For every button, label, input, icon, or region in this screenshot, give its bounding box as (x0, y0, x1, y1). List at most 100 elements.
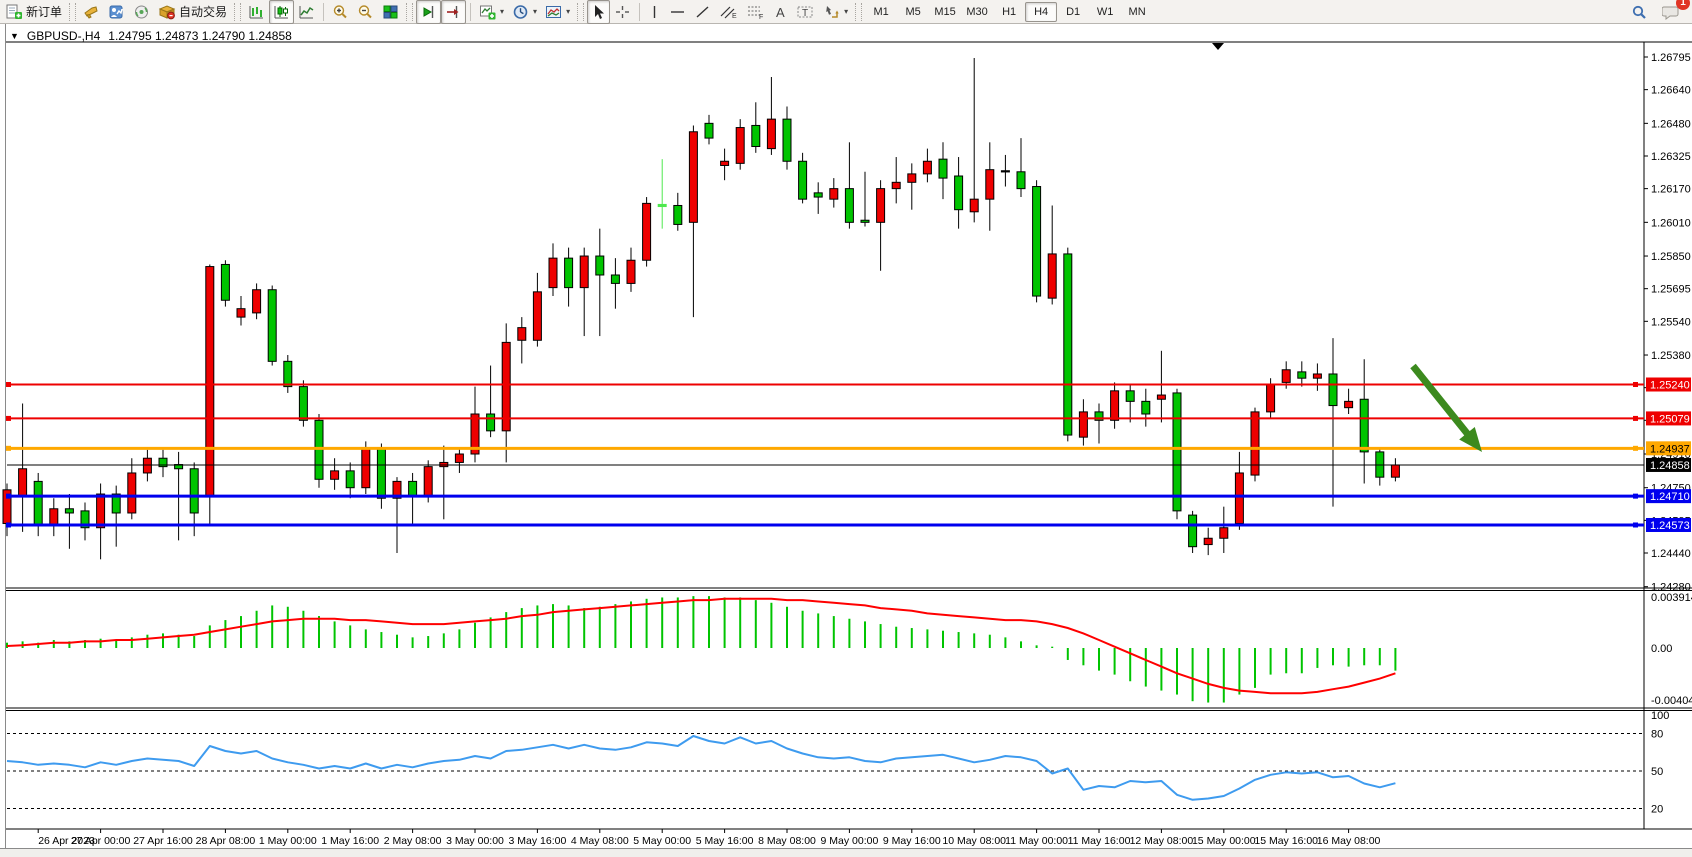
horizontal-line-button[interactable] (665, 0, 690, 24)
line-handle[interactable] (6, 382, 11, 387)
line-handle[interactable] (1633, 446, 1638, 451)
line-handle[interactable] (6, 446, 11, 451)
fibonacci-icon: F (746, 4, 765, 20)
auto-scroll-icon (420, 4, 437, 20)
rsi-axis-label: 80 (1651, 729, 1663, 741)
zoom-in-button[interactable] (328, 0, 353, 24)
candle-chart-icon (273, 4, 290, 20)
candle-body (845, 189, 853, 223)
svg-text:F: F (759, 14, 763, 20)
candle-body (1189, 515, 1197, 547)
fibonacci-button[interactable]: F (742, 0, 769, 24)
timeframe-MN[interactable]: MN (1121, 2, 1153, 22)
candle-body (1126, 391, 1134, 402)
rsi-axis-label: 100 (1651, 710, 1669, 722)
candle-body (908, 174, 916, 182)
time-tick-label[interactable]: 2 May 08:00 (384, 835, 442, 847)
time-tick-label[interactable]: 4 May 08:00 (571, 835, 629, 847)
timeframe-H4[interactable]: H4 (1025, 2, 1057, 22)
time-tick-label[interactable]: 27 Apr 16:00 (133, 835, 193, 847)
time-tick-label[interactable]: 28 Apr 08:00 (196, 835, 256, 847)
auto-scroll-button[interactable] (416, 0, 441, 24)
line-chart-button[interactable] (294, 0, 319, 24)
macd-axis-label: 0.003914 (1651, 592, 1692, 604)
template-button[interactable]: ▾ (541, 0, 574, 24)
time-tick-label[interactable]: 3 May 16:00 (509, 835, 567, 847)
time-tick-label[interactable]: 15 May 16:00 (1254, 835, 1318, 847)
svg-text:A: A (776, 5, 785, 20)
time-tick-label[interactable]: 5 May 00:00 (633, 835, 691, 847)
chevron-down-icon: ▾ (533, 7, 537, 16)
time-tick-label[interactable]: 10 May 08:00 (942, 835, 1006, 847)
toolbar-grip (234, 3, 241, 21)
bar-chart-button[interactable] (244, 0, 269, 24)
trendline-button[interactable] (690, 0, 715, 24)
new-chart-button[interactable]: ▾ (475, 0, 508, 24)
timeframe-W1[interactable]: W1 (1089, 2, 1121, 22)
time-tick-label[interactable]: 1 May 16:00 (321, 835, 379, 847)
tile-windows-button[interactable] (378, 0, 403, 24)
candle-body (861, 220, 869, 222)
autotrading-button[interactable]: 自动交易 (154, 0, 231, 24)
time-tick-label[interactable]: 16 May 08:00 (1317, 835, 1381, 847)
text-label-icon: T (796, 4, 815, 20)
timeframe-D1[interactable]: D1 (1057, 2, 1089, 22)
line-handle[interactable] (1633, 416, 1638, 421)
autotrading-icon (158, 4, 176, 20)
line-handle[interactable] (6, 494, 11, 499)
arrows-button[interactable]: ▾ (819, 0, 852, 24)
text-button[interactable]: A (769, 0, 792, 24)
time-tick-label[interactable]: 11 May 16:00 (1068, 835, 1131, 847)
new-order-label: 新订单 (26, 3, 62, 20)
crosshair-button[interactable] (610, 0, 635, 24)
chat-button[interactable]: 1 (1658, 0, 1684, 24)
zoom-out-button[interactable] (353, 0, 378, 24)
line-handle[interactable] (6, 522, 11, 527)
chart-shift-button[interactable] (441, 0, 466, 24)
timeframe-M5[interactable]: M5 (897, 2, 929, 22)
signals-button[interactable] (129, 0, 154, 24)
new-order-button[interactable]: 新订单 (2, 0, 66, 24)
time-tick-label[interactable]: 27 Apr 00:00 (71, 835, 131, 847)
candle-body (970, 199, 978, 212)
search-button[interactable] (1627, 0, 1652, 24)
line-handle[interactable] (1633, 494, 1638, 499)
horn-button[interactable] (79, 0, 104, 24)
equidistant-channel-button[interactable]: E (715, 0, 742, 24)
line-handle[interactable] (1633, 522, 1638, 527)
line-handle[interactable] (6, 416, 11, 421)
time-tick-label[interactable]: 11 May 00:00 (1005, 835, 1068, 847)
time-tick-label[interactable]: 5 May 16:00 (696, 835, 754, 847)
time-tick-label[interactable]: 3 May 00:00 (446, 835, 504, 847)
time-tick-label[interactable]: 8 May 08:00 (758, 835, 816, 847)
hline-icon (669, 4, 686, 20)
vertical-line-button[interactable] (644, 0, 665, 24)
cursor-button[interactable] (587, 0, 610, 24)
timeframe-M30[interactable]: M30 (961, 2, 993, 22)
candle-body (1111, 391, 1119, 420)
candle-body (580, 256, 588, 288)
candlestick-chart-button[interactable] (269, 0, 294, 24)
candle-body (190, 469, 198, 513)
candle-body (1173, 393, 1181, 511)
price-tick-label: 1.25380 (1651, 350, 1691, 362)
time-tick-label[interactable]: 15 May 00:00 (1192, 835, 1256, 847)
text-label-button[interactable]: T (792, 0, 819, 24)
horn-icon (83, 4, 100, 20)
timeframe-M15[interactable]: M15 (929, 2, 961, 22)
chevron-down-icon: ▾ (844, 7, 848, 16)
time-tick-label[interactable]: 1 May 00:00 (259, 835, 317, 847)
candle-body (128, 473, 136, 513)
candle-body (674, 205, 682, 224)
time-tick-label[interactable]: 12 May 08:00 (1130, 835, 1194, 847)
timeframe-H1[interactable]: H1 (993, 2, 1025, 22)
time-tick-label[interactable]: 9 May 00:00 (821, 835, 879, 847)
timeframe-M1[interactable]: M1 (865, 2, 897, 22)
timeframe-toolbar: M1M5M15M30H1H4D1W1MN (865, 0, 1153, 24)
market-profile-button[interactable] (104, 0, 129, 24)
line-handle[interactable] (1633, 382, 1638, 387)
rsi-axis-label: 50 (1651, 766, 1663, 778)
chart-period-button[interactable]: ▾ (508, 0, 541, 24)
time-tick-label[interactable]: 9 May 16:00 (883, 835, 941, 847)
candle-body (346, 471, 354, 488)
